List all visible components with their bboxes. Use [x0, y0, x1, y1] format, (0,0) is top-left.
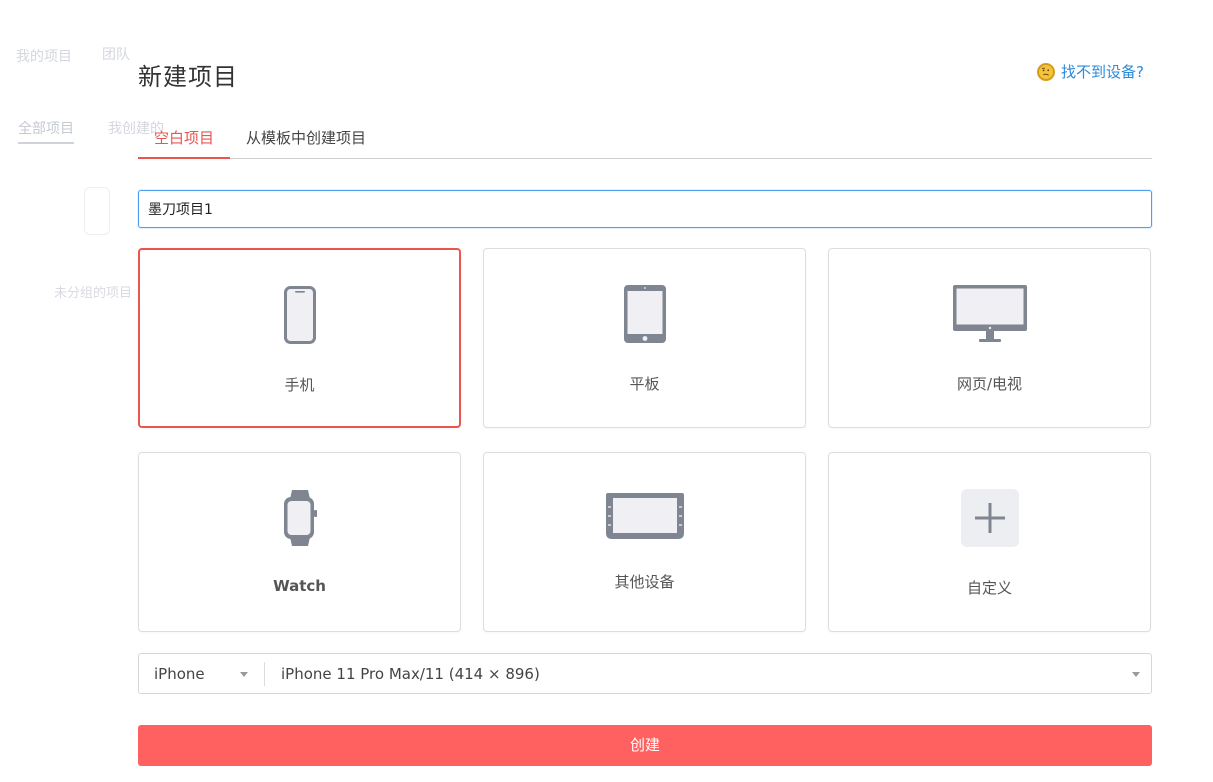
device-model-selector: iPhone iPhone 11 Pro Max/11 (414 × 896) [138, 653, 1152, 694]
device-label-watch: Watch [273, 577, 326, 595]
device-card-phone[interactable]: 手机 [138, 248, 461, 428]
device-brand-value: iPhone [154, 664, 205, 683]
device-label-phone: 手机 [284, 376, 315, 394]
device-card-web-tv[interactable]: 网页/电视 [828, 248, 1151, 428]
device-grid: 手机 平板 网页/电视 Watch 其他设备 自定义 [138, 248, 1152, 632]
device-model-select[interactable]: iPhone 11 Pro Max/11 (414 × 896) [265, 654, 1151, 693]
device-card-other[interactable]: 其他设备 [483, 452, 806, 632]
help-link-label: 找不到设备? [1061, 63, 1144, 81]
car-display-icon [605, 493, 684, 545]
background-group-text: 未分组的项目 [54, 286, 133, 301]
new-project-modal: 新建项目 找不到设备? 空白项目 从模板中创建项目 墨刀项目1 手机 平板 网页… [138, 0, 1152, 782]
monitor-icon [952, 285, 1027, 347]
device-card-tablet[interactable]: 平板 [483, 248, 806, 428]
background-nav-text: 我的项目 [16, 49, 72, 65]
device-model-value: iPhone 11 Pro Max/11 (414 × 896) [281, 664, 540, 683]
tab-from-template[interactable]: 从模板中创建项目 [230, 118, 382, 159]
background-tab: 全部项目 [18, 118, 74, 144]
watch-icon [282, 489, 318, 551]
plus-icon [960, 489, 1019, 551]
device-label-web-tv: 网页/电视 [956, 375, 1023, 393]
tablet-icon [623, 285, 666, 347]
chevron-down-icon [240, 671, 248, 677]
project-name-input[interactable] [138, 190, 1152, 228]
modal-title: 新建项目 [138, 63, 238, 91]
create-button[interactable]: 创建 [138, 725, 1152, 766]
background-phone-outline [84, 187, 110, 235]
device-label-custom: 自定义 [966, 579, 1012, 597]
phone-icon [283, 286, 316, 348]
help-link[interactable]: 找不到设备? [1037, 61, 1144, 82]
device-label-other: 其他设备 [614, 573, 675, 591]
device-card-custom[interactable]: 自定义 [828, 452, 1151, 632]
thinking-face-emoji-icon [1037, 62, 1056, 81]
background-nav-text: 团队 [102, 47, 130, 63]
device-label-tablet: 平板 [629, 375, 660, 393]
chevron-down-icon [1132, 672, 1140, 677]
device-brand-select[interactable]: iPhone [139, 661, 265, 686]
tab-blank-project[interactable]: 空白项目 [138, 118, 231, 159]
project-type-tabs: 空白项目 从模板中创建项目 [138, 118, 1152, 159]
device-card-watch[interactable]: Watch [138, 452, 461, 632]
